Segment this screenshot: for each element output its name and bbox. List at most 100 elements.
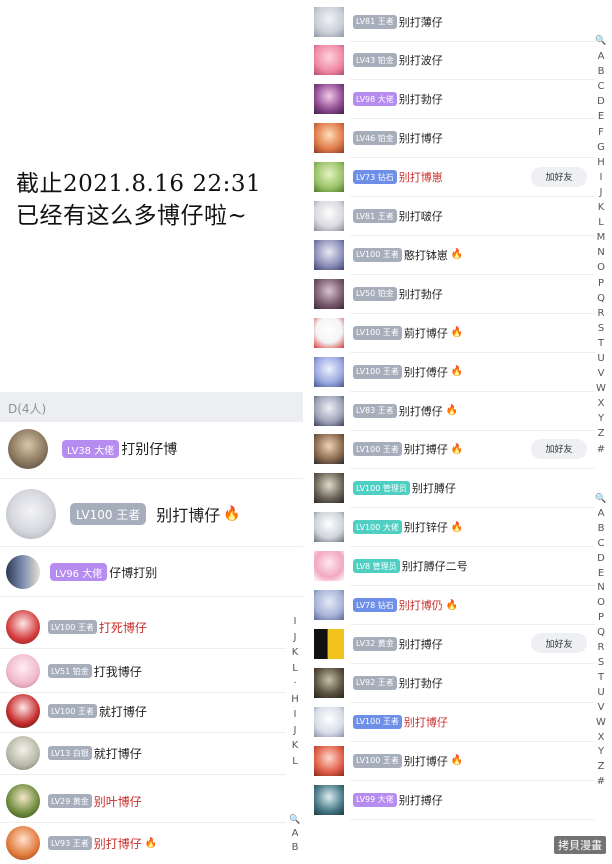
index-letter[interactable]: L <box>594 215 608 230</box>
add-friend-button[interactable]: 加好友 <box>531 633 587 654</box>
index-letter[interactable]: Y <box>594 411 608 426</box>
index-letter[interactable]: T <box>594 671 608 686</box>
index-letter[interactable]: V <box>594 701 608 716</box>
index-letter[interactable]: P <box>594 276 608 291</box>
index-letter[interactable]: A <box>288 827 302 841</box>
index-letter[interactable]: K <box>288 645 302 661</box>
index-letter[interactable]: Q <box>594 291 608 306</box>
index-letter[interactable]: T <box>594 336 608 351</box>
index-letter[interactable]: B <box>594 522 608 537</box>
index-letter[interactable]: # <box>594 442 608 457</box>
member-row[interactable]: LV78 钻石 别打博仍 🔥 <box>305 586 595 625</box>
member-row[interactable]: LV100 王者 别打傅仔 🔥 <box>305 352 595 391</box>
member-row[interactable]: LV100 王者 别打搏仔 🔥 加好友 <box>305 430 595 469</box>
member-row[interactable]: LV43 铂金 别打波仔 <box>305 41 595 80</box>
index-letter[interactable]: L <box>288 754 302 770</box>
member-row[interactable]: LV92 王者 别打勃仔 <box>305 663 595 702</box>
index-letter[interactable]: I <box>288 707 302 723</box>
index-letter[interactable]: N <box>594 581 608 596</box>
member-row[interactable]: LV73 钻石 别打博崽 加好友 <box>305 158 595 197</box>
index-letter[interactable]: R <box>594 306 608 321</box>
index-letter[interactable]: B <box>288 841 302 855</box>
index-letter[interactable]: M <box>594 230 608 245</box>
member-row[interactable]: LV98 大佬 别打勃仔 <box>305 80 595 119</box>
level-badge: LV100 王者 <box>48 620 97 634</box>
member-row[interactable]: LV100 王者 别打博仔 🔥 <box>305 741 595 780</box>
member-row[interactable]: LV50 铂金 别打勃仔 <box>305 274 595 313</box>
index-letter[interactable]: A <box>594 49 608 64</box>
add-friend-button[interactable]: 加好友 <box>531 166 587 187</box>
index-letter[interactable]: O <box>594 260 608 275</box>
member-row[interactable]: LV100 王者 别打博仔 <box>305 702 595 741</box>
index-letter[interactable]: S <box>594 321 608 336</box>
index-letter[interactable]: K <box>594 200 608 215</box>
index-letter[interactable]: E <box>594 109 608 124</box>
index-letter[interactable]: D <box>594 94 608 109</box>
index-letter[interactable]: G <box>594 140 608 155</box>
member-row[interactable]: LV32 黄金 别打搏仔 加好友 <box>305 624 595 663</box>
member-row[interactable]: LV100 王者 别打博仔 🔥 <box>6 488 241 540</box>
search-icon[interactable]: 🔍 <box>594 34 608 49</box>
index-letter[interactable]: E <box>594 567 608 582</box>
member-row[interactable]: LV83 王者 别打傅仔 🔥 <box>305 391 595 430</box>
index-letter[interactable]: Q <box>594 626 608 641</box>
index-letter[interactable]: I <box>594 170 608 185</box>
member-row[interactable]: LV100 王者 莂打博仔 🔥 <box>305 313 595 352</box>
alphabet-index-left-bottom[interactable]: 🔍 A B <box>288 813 302 855</box>
alphabet-index-right-bottom[interactable]: 🔍 A B C D E N O P Q R S T U V W X Y Z # <box>594 492 608 790</box>
index-letter[interactable]: F <box>594 125 608 140</box>
index-letter[interactable]: J <box>288 723 302 739</box>
member-row[interactable]: LV8 管理员 别打膊仔二号 <box>305 547 595 586</box>
index-letter[interactable]: S <box>594 656 608 671</box>
index-letter[interactable]: R <box>594 641 608 656</box>
index-letter[interactable]: W <box>594 381 608 396</box>
member-name: 别打勃仔 <box>398 287 443 301</box>
index-letter[interactable]: H <box>288 692 302 708</box>
index-letter[interactable]: A <box>594 507 608 522</box>
member-row[interactable]: LV100 大佬 别打锌仔 🔥 <box>305 508 595 547</box>
member-row[interactable]: LV100 王者 憨打钵崽 🔥 <box>305 235 595 274</box>
alphabet-index-left[interactable]: I J K L · H I J K L <box>288 614 302 769</box>
search-icon[interactable]: 🔍 <box>594 492 608 507</box>
index-letter[interactable]: B <box>594 64 608 79</box>
member-row[interactable]: LV81 王者 别打啵仔 <box>305 197 595 236</box>
index-letter[interactable]: C <box>594 537 608 552</box>
member-row[interactable]: LV100 王者 打死博仔 <box>6 608 147 646</box>
index-letter[interactable]: P <box>594 611 608 626</box>
index-letter[interactable]: L <box>288 661 302 677</box>
index-letter[interactable]: N <box>594 245 608 260</box>
index-letter[interactable]: U <box>594 686 608 701</box>
member-row[interactable]: LV81 王者 别打薄仔 <box>305 2 595 41</box>
index-letter[interactable]: V <box>594 366 608 381</box>
index-letter[interactable]: Y <box>594 745 608 760</box>
search-icon[interactable]: 🔍 <box>288 813 302 827</box>
member-row[interactable]: LV100 王者 就打博仔 <box>6 692 147 730</box>
member-row[interactable]: LV96 大佬 仔博打别 <box>6 554 157 590</box>
index-letter[interactable]: H <box>594 155 608 170</box>
member-row[interactable]: LV46 铂金 别打博仔 <box>305 119 595 158</box>
index-letter[interactable]: K <box>288 738 302 754</box>
index-letter[interactable]: C <box>594 79 608 94</box>
member-row[interactable]: LV29 黄金 别叶博仔 <box>6 782 142 820</box>
index-letter[interactable]: W <box>594 716 608 731</box>
alphabet-index-right[interactable]: 🔍 A B C D E F G H I J K L M N O P Q R S T U V W X Y Z # <box>594 34 608 457</box>
index-letter[interactable]: I <box>288 614 302 630</box>
index-letter[interactable]: Z <box>594 426 608 441</box>
index-letter[interactable]: X <box>594 731 608 746</box>
member-row[interactable]: LV38 大佬 打别仔博 <box>8 428 177 470</box>
member-row[interactable]: LV100 管理员 别打膊仔 <box>305 469 595 508</box>
index-letter[interactable]: · <box>288 676 302 692</box>
index-letter[interactable]: O <box>594 596 608 611</box>
member-row[interactable]: LV13 白银 就打博仔 <box>6 734 142 772</box>
add-friend-button[interactable]: 加好友 <box>531 438 587 459</box>
index-letter[interactable]: X <box>594 396 608 411</box>
member-row[interactable]: LV51 铂金 打我博仔 <box>6 652 142 690</box>
index-letter[interactable]: J <box>288 630 302 646</box>
index-letter[interactable]: U <box>594 351 608 366</box>
member-row[interactable]: LV99 大佬 别打搏仔 <box>305 780 595 819</box>
index-letter[interactable]: Z <box>594 760 608 775</box>
index-letter[interactable]: J <box>594 185 608 200</box>
index-letter[interactable]: D <box>594 552 608 567</box>
member-row[interactable]: LV93 王者 别打博仔 🔥 <box>6 824 157 862</box>
index-letter[interactable]: # <box>594 775 608 790</box>
